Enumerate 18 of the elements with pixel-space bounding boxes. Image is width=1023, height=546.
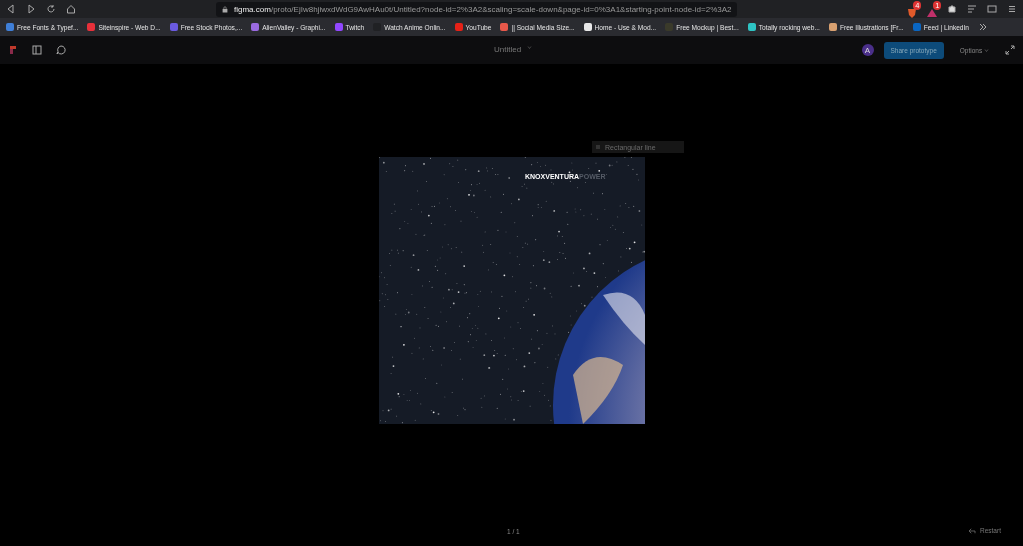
menu-icon[interactable]: [1007, 4, 1018, 14]
playlist-icon[interactable]: [967, 4, 978, 14]
forward-icon[interactable]: [26, 4, 36, 14]
user-avatar[interactable]: A: [861, 44, 874, 56]
address-bar[interactable]: figma.com/proto/EjIw8hjiwxdWdG9AwHAu0t/Untitled?node-id=2%3A2&scaling=scale-down&page-id=0%3A1&starting-point-node-id=2%3A2: [216, 1, 738, 17]
document-title[interactable]: Untitled: [494, 45, 522, 54]
expand-icon[interactable]: [1005, 45, 1015, 55]
triangle-icon[interactable]: [927, 8, 938, 18]
home-icon[interactable]: [66, 4, 76, 14]
comment-icon[interactable]: [56, 45, 66, 55]
undo-arrow-icon: [968, 527, 976, 534]
logo-icon[interactable]: [8, 45, 18, 55]
lock-icon: [222, 5, 228, 13]
sidebar-icon[interactable]: [32, 45, 42, 55]
caret-icon: [984, 47, 989, 53]
chevron-more-icon[interactable]: [978, 22, 989, 32]
back-icon[interactable]: [6, 4, 16, 14]
reload-icon[interactable]: [46, 4, 56, 14]
